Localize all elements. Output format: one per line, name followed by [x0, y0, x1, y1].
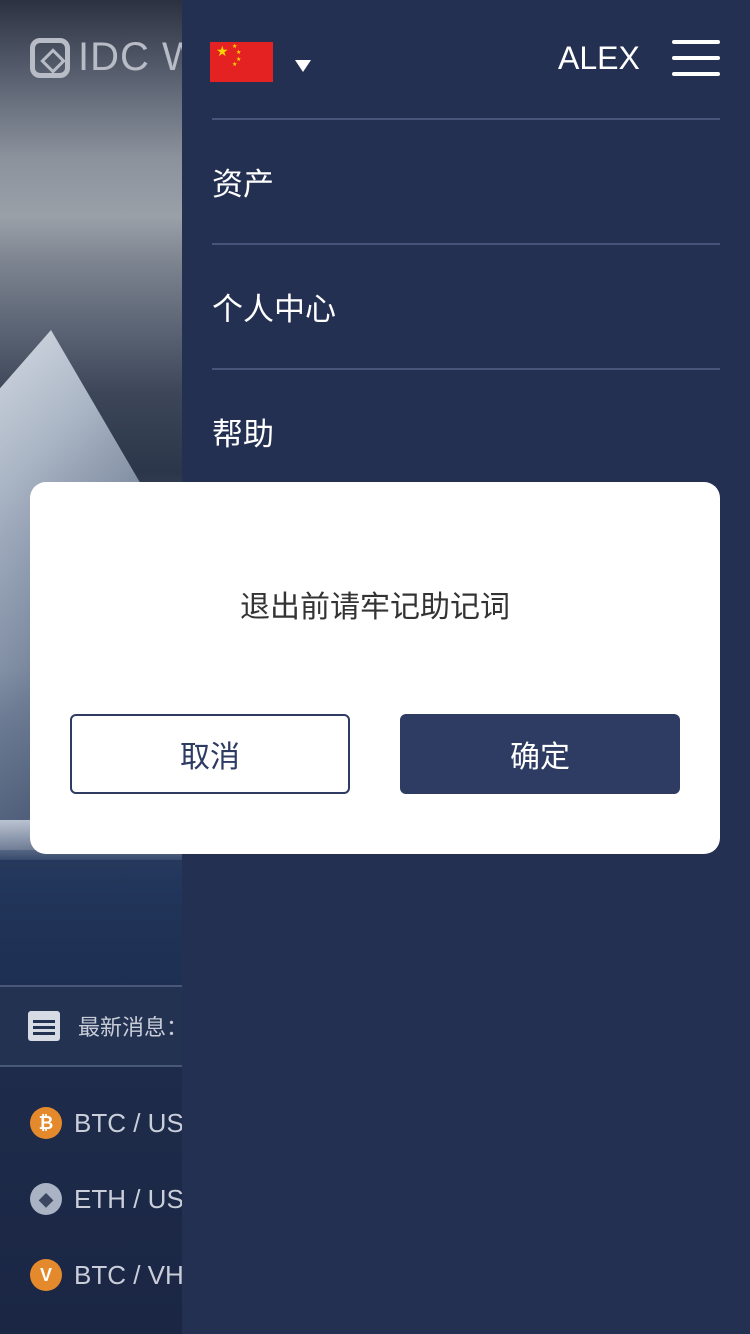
app-root: IDC W 最新消息： ₿ BTC / US ◆ ETH / US V BTC …	[0, 0, 750, 1334]
username: ALEX	[558, 40, 640, 76]
ticker-pair: ETH / US	[74, 1183, 184, 1214]
bitcoin-icon: ₿	[30, 1107, 62, 1139]
menu-item-profile[interactable]: 个人中心	[212, 243, 720, 368]
news-label: 最新消息：	[78, 1016, 189, 1041]
ticker-pair: BTC / VH	[74, 1259, 184, 1290]
logo-icon	[30, 37, 70, 78]
menu-icon[interactable]	[672, 40, 720, 78]
drawer-header: ★ ★ ★ ★ ★ ALEX	[182, 0, 750, 118]
china-flag-icon[interactable]: ★ ★ ★ ★ ★	[210, 42, 273, 82]
confirm-button[interactable]: 确定	[400, 714, 680, 794]
cancel-button[interactable]: 取消	[70, 714, 350, 794]
news-icon	[28, 1011, 60, 1041]
ticker-row[interactable]: ₿ BTC / US	[30, 1107, 184, 1139]
ticker-row[interactable]: V BTC / VH	[30, 1259, 184, 1291]
app-logo: IDC W	[30, 35, 201, 80]
vhkd-icon: V	[30, 1259, 62, 1291]
menu-item-assets[interactable]: 资产	[212, 118, 720, 243]
menu-item-label: 帮助	[212, 417, 274, 453]
ticker-row[interactable]: ◆ ETH / US	[30, 1183, 184, 1215]
drawer-menu: 资产 个人中心 帮助	[212, 118, 720, 493]
ticker-pair: BTC / US	[74, 1107, 184, 1138]
menu-item-label: 个人中心	[212, 292, 336, 328]
menu-item-help[interactable]: 帮助	[212, 368, 720, 493]
ethereum-icon: ◆	[30, 1183, 62, 1215]
menu-item-label: 资产	[212, 167, 274, 203]
language-dropdown-caret-icon[interactable]	[295, 60, 311, 72]
dialog-message: 退出前请牢记助记词	[240, 590, 510, 625]
logout-confirm-dialog: 退出前请牢记助记词 取消 确定	[30, 482, 720, 854]
